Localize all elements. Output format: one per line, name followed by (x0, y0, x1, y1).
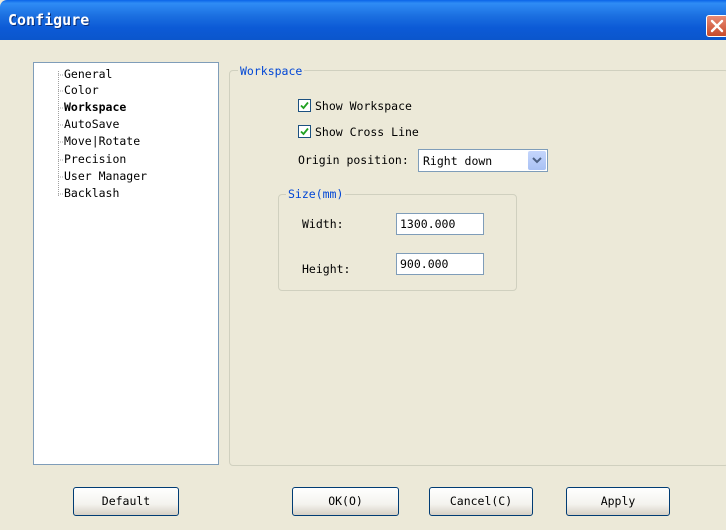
cancel-button[interactable]: Cancel(C) (429, 487, 533, 516)
tree-item-label: Precision (64, 152, 127, 166)
tree-branch-icon (58, 74, 64, 76)
checkbox-box[interactable] (298, 99, 311, 112)
origin-position-label: Origin position: (298, 153, 409, 167)
tree-item-label: Move|Rotate (64, 134, 141, 148)
size-group-title: Size(mm) (286, 187, 346, 201)
tree-branch-icon (58, 141, 64, 143)
tree-branch-icon (58, 90, 64, 92)
tree-branch-icon (58, 124, 64, 126)
origin-position-value: Right down (423, 154, 493, 168)
checkmark-icon (300, 127, 309, 136)
window-title: Configure (8, 11, 90, 29)
show-cross-line-label: Show Cross Line (315, 125, 419, 139)
checkbox-box[interactable] (298, 125, 311, 138)
close-icon (710, 19, 724, 33)
height-input[interactable] (396, 253, 484, 275)
origin-position-select[interactable]: Right down (418, 149, 548, 172)
width-input[interactable] (396, 213, 484, 235)
height-label: Height: (302, 262, 351, 276)
tree-item-label: General (64, 67, 113, 81)
default-button[interactable]: Default (73, 487, 179, 516)
chevron-down-icon (532, 157, 542, 164)
workspace-panel-title: Workspace (238, 64, 305, 78)
checkmark-icon (300, 101, 309, 110)
size-group (278, 194, 517, 291)
tree-item-label: Workspace (64, 100, 127, 114)
tree-item-label: Color (64, 83, 99, 97)
show-workspace-label: Show Workspace (315, 99, 412, 113)
category-tree[interactable]: General Color Workspace AutoSave Move|Ro… (33, 62, 219, 465)
tree-branch-icon (58, 107, 64, 109)
tree-branch-icon (58, 176, 64, 178)
dropdown-button[interactable] (528, 151, 546, 170)
ok-button[interactable]: OK(O) (292, 487, 399, 516)
tree-branch-icon (58, 193, 64, 195)
tree-branch-icon (58, 159, 64, 161)
title-bar[interactable]: Configure (0, 0, 726, 40)
tree-item-label: User Manager (64, 169, 148, 183)
close-button[interactable] (706, 15, 726, 37)
apply-button[interactable]: Apply (566, 487, 670, 516)
tree-item-label: AutoSave (64, 117, 120, 131)
tree-item-label: Backlash (64, 186, 120, 200)
width-label: Width: (302, 217, 344, 231)
